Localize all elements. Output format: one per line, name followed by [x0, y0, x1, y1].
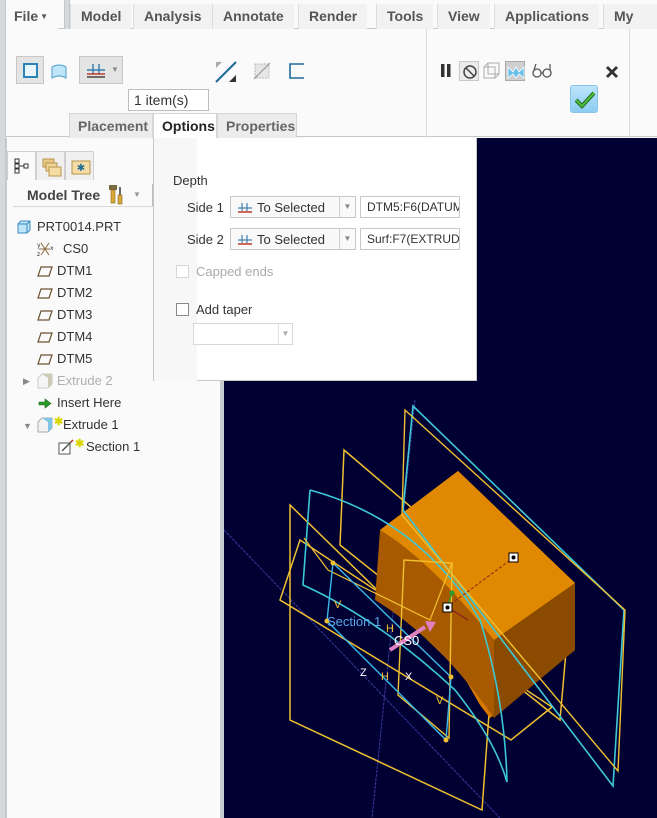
- to-selected-icon: [238, 235, 252, 245]
- datum-plane-icon: [37, 310, 53, 321]
- capped-ends-checkbox[interactable]: [176, 265, 189, 278]
- glasses-icon[interactable]: [531, 63, 553, 79]
- tab-analysis[interactable]: Analysis: [133, 4, 212, 29]
- tab-render[interactable]: Render: [298, 4, 368, 29]
- tab-favorites[interactable]: ✱: [65, 151, 94, 180]
- depth-reference-collector[interactable]: 1 item(s): [128, 89, 209, 111]
- chevron-down-icon: ▼: [339, 229, 355, 249]
- favorites-icon: ✱: [71, 160, 91, 175]
- close-icon[interactable]: [605, 65, 619, 79]
- tab-placement[interactable]: Placement: [69, 113, 153, 138]
- checkmark-icon: [575, 91, 595, 109]
- tab-folder-browser[interactable]: [36, 151, 65, 180]
- to-selected-icon: [87, 64, 105, 78]
- no-preview-icon: [463, 65, 477, 79]
- tab-tools[interactable]: Tools: [376, 4, 434, 29]
- depth-option-dropdown[interactable]: ▼: [79, 56, 123, 84]
- tab-model-tree[interactable]: [7, 151, 36, 180]
- section-label: Section 1: [327, 614, 381, 629]
- chevron-down-icon: ▼: [278, 324, 292, 344]
- sketch-icon: [58, 439, 74, 455]
- datum-plane-icon: [37, 266, 53, 277]
- tab-properties[interactable]: Properties: [217, 113, 297, 138]
- tree-settings-icon[interactable]: [107, 183, 125, 205]
- preview-icon[interactable]: [482, 61, 502, 81]
- expand-arrow-icon[interactable]: ▶: [23, 371, 30, 391]
- verify-button[interactable]: [505, 61, 525, 81]
- sketch-vertex: [448, 674, 454, 680]
- no-preview-button[interactable]: [459, 61, 479, 81]
- datum-plane-icon: [37, 332, 53, 343]
- depth-heading: Depth: [173, 173, 208, 188]
- to-selected-icon: [238, 203, 252, 213]
- axis-label-h: H: [386, 623, 394, 635]
- chevron-down-icon[interactable]: ▼: [133, 190, 141, 199]
- model-tree-title: Model Tree: [27, 187, 101, 203]
- axis-label-v: V: [334, 599, 342, 611]
- options-panel: Depth Side 1 To Selected ▼ DTM5:F6(DATUM…: [153, 138, 477, 381]
- capped-ends-label: Capped ends: [196, 264, 274, 279]
- extrude-icon: [37, 373, 53, 389]
- chevron-down-icon: ▼: [339, 197, 355, 217]
- verify-icon: [507, 66, 525, 79]
- coordinate-system-icon: y z x: [37, 242, 54, 257]
- axis-label-z: Z: [360, 667, 367, 679]
- side1-depth-select[interactable]: To Selected ▼: [230, 196, 356, 218]
- taper-angle-select[interactable]: ▼: [193, 323, 293, 345]
- tab-my-tab[interactable]: My Tab: [603, 4, 657, 48]
- menu-bar: File ▼ Model Analysis Annotate Render Too…: [6, 0, 657, 48]
- extrude-icon: [37, 417, 53, 433]
- svg-text:y: y: [37, 242, 41, 249]
- chevron-down-icon: ▼: [40, 12, 49, 22]
- tab-applications[interactable]: Applications: [494, 4, 600, 29]
- side2-depth-select[interactable]: To Selected ▼: [230, 228, 356, 250]
- axis-label-v: V: [436, 695, 444, 707]
- datum-plane-icon: [37, 354, 53, 365]
- axis-label-x: X: [405, 671, 413, 683]
- add-taper-checkbox[interactable]: [176, 303, 189, 316]
- modified-marker-icon: ✱: [75, 438, 85, 450]
- tab-view[interactable]: View: [437, 4, 490, 29]
- csys-origin: [449, 590, 455, 596]
- sketch-vertex: [330, 560, 336, 566]
- side2-label: Side 2: [187, 232, 224, 247]
- sketch-vertex: [443, 737, 449, 743]
- svg-text:x: x: [50, 245, 54, 252]
- chevron-down-icon: ▼: [111, 65, 119, 74]
- collapse-arrow-icon[interactable]: ▼: [23, 416, 32, 436]
- svg-text:✱: ✱: [77, 163, 85, 174]
- add-taper-label: Add taper: [196, 302, 253, 317]
- solid-extrude-icon: [23, 63, 38, 78]
- tab-annotate[interactable]: Annotate: [212, 4, 294, 29]
- insert-arrow-icon: [38, 398, 52, 409]
- side2-reference-field[interactable]: Surf:F7(EXTRUDE: [360, 228, 460, 250]
- model-tree-icon: [14, 158, 29, 174]
- axis-label-h: H: [381, 671, 389, 683]
- modified-marker-icon: ✱: [54, 416, 64, 428]
- part-icon: [17, 220, 31, 234]
- thicken-sketch-icon[interactable]: [288, 63, 306, 79]
- remove-material-icon[interactable]: [252, 61, 272, 81]
- tab-model[interactable]: Model: [70, 4, 132, 29]
- app-window: File ▼ Model Analysis Annotate Render Too…: [0, 0, 657, 818]
- pause-icon[interactable]: [440, 63, 452, 78]
- flip-direction-icon[interactable]: [213, 59, 239, 85]
- surface-extrude-icon[interactable]: [50, 62, 68, 80]
- folder-browser-icon: [42, 158, 62, 177]
- side1-reference-field[interactable]: DTM5:F6(DATUM: [360, 196, 460, 218]
- csys-label: CS0: [394, 633, 419, 648]
- solid-button[interactable]: [16, 56, 44, 84]
- ok-button[interactable]: [570, 85, 598, 113]
- side1-label: Side 1: [187, 200, 224, 215]
- tab-options[interactable]: Options: [153, 113, 217, 138]
- file-menu[interactable]: File ▼: [6, 4, 59, 29]
- datum-plane-icon: [37, 288, 53, 299]
- svg-text:z: z: [37, 251, 40, 257]
